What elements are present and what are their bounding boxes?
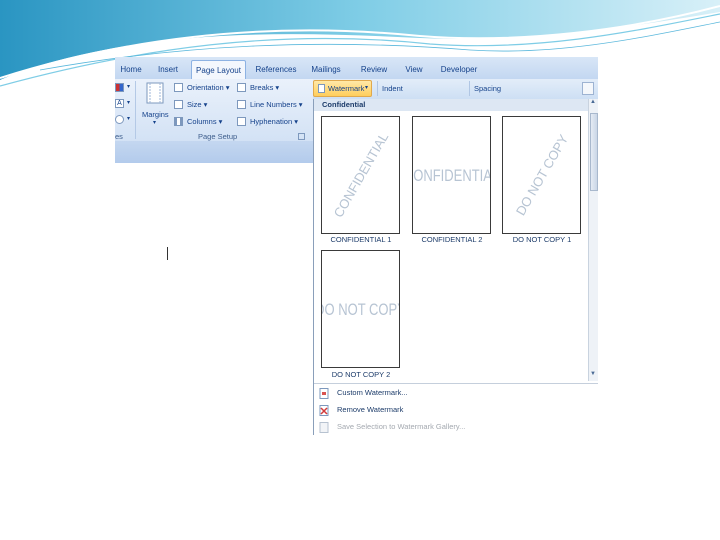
breaks-button[interactable]: Breaks ▾ bbox=[250, 83, 279, 92]
orientation-button[interactable]: Orientation ▾ bbox=[187, 83, 230, 92]
hyphenation-label: Hyphenation bbox=[250, 117, 293, 126]
tab-view[interactable]: View bbox=[402, 60, 426, 79]
remove-watermark-icon bbox=[319, 405, 329, 416]
group-divider bbox=[135, 81, 136, 139]
watermark-thumb-confidential-1[interactable]: CONFIDENTIAL bbox=[321, 116, 400, 234]
ribbon-bottom-edge bbox=[115, 141, 313, 163]
columns-icon bbox=[174, 117, 183, 126]
custom-watermark-item[interactable]: Custom Watermark... bbox=[314, 385, 598, 402]
scroll-up-icon[interactable]: ▲ bbox=[590, 99, 596, 105]
chevron-down-icon: ▾ bbox=[127, 100, 131, 106]
tab-developer[interactable]: Developer bbox=[438, 60, 480, 79]
watermark-preview-text: DO NOT COPY bbox=[512, 131, 571, 219]
ribbon-tab-bar: Home Insert Page Layout References Maili… bbox=[115, 57, 598, 80]
margins-button[interactable]: Margins ▾ bbox=[140, 82, 170, 130]
chevron-down-icon: ▾ bbox=[365, 85, 369, 91]
separator bbox=[469, 81, 470, 96]
size-icon bbox=[174, 100, 183, 109]
size-label: Size bbox=[187, 100, 202, 109]
breaks-icon bbox=[237, 83, 246, 92]
margins-icon bbox=[146, 82, 164, 104]
scrollbar-thumb[interactable] bbox=[590, 113, 598, 191]
line-numbers-icon bbox=[237, 100, 246, 109]
watermark-preview-text: CONFIDENTIAL bbox=[413, 165, 490, 185]
tab-review[interactable]: Review bbox=[358, 60, 390, 79]
tab-insert[interactable]: Insert bbox=[153, 60, 183, 79]
margins-label: Margins bbox=[142, 110, 169, 119]
tab-page-layout[interactable]: Page Layout bbox=[191, 60, 246, 80]
watermark-label: Watermark bbox=[328, 84, 365, 93]
watermark-thumb-confidential-2[interactable]: CONFIDENTIAL bbox=[412, 116, 491, 234]
save-to-gallery-item[interactable]: Save Selection to Watermark Gallery... bbox=[314, 419, 598, 435]
line-numbers-label: Line Numbers bbox=[250, 100, 297, 109]
spacing-label: Spacing bbox=[474, 84, 502, 93]
custom-watermark-icon bbox=[319, 388, 329, 399]
line-numbers-button[interactable]: Line Numbers ▾ bbox=[250, 100, 303, 109]
columns-button[interactable]: Columns ▾ bbox=[187, 117, 222, 126]
watermark-preview-text: CONFIDENTIAL bbox=[330, 129, 391, 221]
columns-label: Columns bbox=[187, 117, 217, 126]
themes-icon[interactable] bbox=[115, 83, 124, 92]
page-borders-icon[interactable] bbox=[582, 82, 594, 95]
remove-watermark-label: Remove Watermark bbox=[337, 405, 404, 414]
chevron-down-icon: ▾ bbox=[127, 116, 131, 122]
indent-label: Indent bbox=[382, 84, 403, 93]
watermark-caption: DO NOT COPY 2 bbox=[331, 370, 391, 379]
watermark-caption: CONFIDENTIAL 2 bbox=[421, 235, 483, 244]
watermark-caption: CONFIDENTIAL 1 bbox=[330, 235, 392, 244]
hyphenation-icon bbox=[237, 117, 246, 126]
menu-separator bbox=[314, 383, 598, 384]
remove-watermark-item[interactable]: Remove Watermark bbox=[314, 402, 598, 419]
gallery-scrollbar[interactable]: ▲ ▼ bbox=[588, 99, 598, 381]
chevron-down-icon: ▾ bbox=[153, 120, 157, 126]
ribbon-page-setup: A ▾ ▾ ▾ es Margins ▾ Orientation ▾ Size … bbox=[115, 79, 313, 142]
breaks-label: Breaks bbox=[250, 83, 274, 92]
watermark-gallery: Confidential CONFIDENTIAL CONFIDENTIAL D… bbox=[313, 99, 598, 435]
watermark-button[interactable]: Watermark ▾ bbox=[313, 80, 372, 97]
text-cursor bbox=[167, 247, 168, 260]
page-setup-group-label: Page Setup bbox=[198, 132, 238, 141]
tab-mailings[interactable]: Mailings bbox=[308, 60, 344, 79]
word-screenshot: Home Insert Page Layout References Maili… bbox=[115, 57, 598, 435]
theme-effects-icon[interactable] bbox=[115, 115, 124, 124]
page-background-row: Watermark ▾ Indent Spacing bbox=[313, 79, 598, 99]
watermark-thumb-do-not-copy-1[interactable]: DO NOT COPY bbox=[502, 116, 581, 234]
theme-fonts-icon[interactable]: A bbox=[115, 99, 124, 108]
chevron-down-icon: ▾ bbox=[127, 84, 131, 90]
dialog-launcher-icon[interactable] bbox=[298, 133, 305, 140]
themes-group-label: es bbox=[115, 132, 123, 141]
watermark-caption: DO NOT COPY 1 bbox=[512, 235, 572, 244]
save-to-gallery-label: Save Selection to Watermark Gallery... bbox=[337, 422, 466, 431]
separator bbox=[377, 81, 378, 96]
save-to-gallery-icon bbox=[319, 422, 329, 433]
watermark-preview-text: DO NOT COPY bbox=[322, 299, 399, 319]
custom-watermark-label: Custom Watermark... bbox=[337, 388, 408, 397]
orientation-icon bbox=[174, 83, 183, 92]
watermark-thumb-do-not-copy-2[interactable]: DO NOT COPY bbox=[321, 250, 400, 368]
hyphenation-button[interactable]: Hyphenation ▾ bbox=[250, 117, 298, 126]
size-button[interactable]: Size ▾ bbox=[187, 100, 207, 109]
watermark-icon bbox=[318, 84, 325, 93]
orientation-label: Orientation bbox=[187, 83, 224, 92]
tab-references[interactable]: References bbox=[252, 60, 300, 79]
tab-home[interactable]: Home bbox=[117, 60, 145, 79]
gallery-section-header: Confidential bbox=[314, 99, 588, 111]
scroll-down-icon[interactable]: ▼ bbox=[590, 371, 596, 377]
